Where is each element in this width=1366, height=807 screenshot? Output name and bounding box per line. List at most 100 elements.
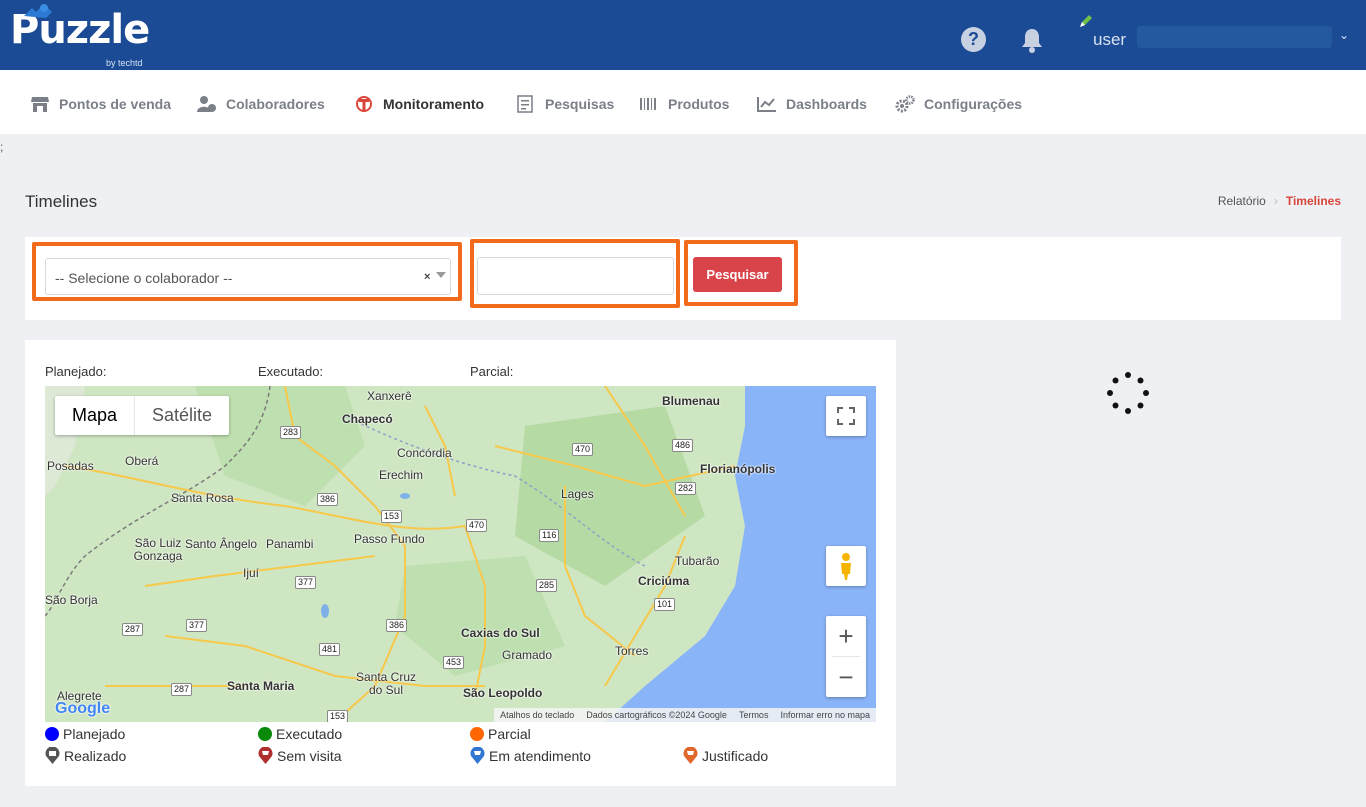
legend-label: Realizado: [64, 748, 127, 764]
map-city-label: Panambi: [266, 537, 314, 551]
legend-sem-visita: Sem visita: [258, 747, 342, 765]
executed-label: Executado:: [258, 364, 324, 379]
highway-shield: 377: [186, 619, 208, 632]
map-city-label: Florianópolis: [700, 462, 776, 476]
zoom-control: + −: [826, 616, 866, 697]
user-menu[interactable]: user ⌄: [1077, 14, 1352, 54]
terms-link[interactable]: Termos: [733, 708, 775, 722]
legend-executed: Executado: [258, 726, 342, 742]
loading-spinner-icon: [1107, 372, 1149, 414]
map-type-satellite-button[interactable]: Satélite: [134, 396, 229, 435]
map-city-label: Torres: [615, 644, 649, 658]
map-city-label: Concórdia: [397, 446, 452, 460]
nav-item-configuracoes[interactable]: Configurações: [895, 94, 1022, 114]
legend-label: Executado: [276, 726, 343, 742]
highway-shield: 481: [319, 643, 341, 656]
legend-realizado: Realizado: [45, 747, 126, 765]
user-name: user: [1093, 30, 1127, 49]
main-nav: Pontos de venda Colaboradores Monitorame…: [0, 70, 1366, 134]
marker-cart-icon: [683, 747, 698, 764]
breadcrumb: Relatório › Timelines: [1218, 194, 1341, 208]
map-city-label: Santa Maria: [227, 679, 295, 693]
logo-subtext: by techtd: [106, 58, 143, 68]
store-icon: [31, 97, 49, 112]
puzzle-piece-icon: [24, 4, 52, 18]
help-icon[interactable]: ?: [961, 27, 986, 52]
map[interactable]: Xanxerê Chapecó Blumenau Concórdia Posad…: [45, 386, 876, 722]
highway-shield: 453: [443, 656, 465, 669]
top-header: Puzzle by techtd ? user ⌄: [0, 0, 1366, 70]
nav-label: Monitoramento: [383, 96, 485, 112]
map-city-label: Caxias do Sul: [461, 626, 540, 640]
nav-label: Pontos de venda: [59, 96, 172, 112]
zoom-out-button[interactable]: −: [826, 657, 866, 697]
legend-em-atendimento: Em atendimento: [470, 747, 591, 765]
highway-shield: 285: [536, 579, 558, 592]
map-city-label: São Leopoldo: [463, 686, 543, 700]
partial-label: Parcial:: [470, 364, 514, 379]
collaborator-select[interactable]: -- Selecione o colaborador -- ×: [45, 258, 451, 295]
nav-label: Pesquisas: [545, 96, 615, 112]
map-type-map-button[interactable]: Mapa: [55, 396, 134, 435]
nav-label: Colaboradores: [226, 96, 325, 112]
map-city-label: Ijuí: [243, 566, 260, 580]
legend-planned: Planejado: [45, 726, 125, 742]
zoom-in-button[interactable]: +: [826, 616, 866, 656]
map-city-label: Erechim: [379, 468, 424, 482]
map-data-text: Dados cartográficos ©2024 Google: [586, 710, 727, 720]
keyboard-shortcuts-link[interactable]: Atalhos do teclado: [494, 708, 580, 722]
date-input[interactable]: [477, 257, 674, 295]
logo[interactable]: Puzzle by techtd: [10, 4, 150, 68]
chevron-down-icon[interactable]: ⌄: [1339, 28, 1349, 42]
nav-item-dashboards[interactable]: Dashboards: [757, 94, 867, 114]
nav-item-monitoramento[interactable]: Monitoramento: [354, 94, 484, 114]
google-logo-text: Google: [55, 700, 111, 717]
green-dot-icon: [258, 727, 272, 741]
nav-item-colaboradores[interactable]: Colaboradores: [197, 94, 325, 114]
search-button[interactable]: Pesquisar: [693, 257, 782, 292]
map-city-label: Criciúma: [638, 574, 690, 588]
highway-shield: 486: [672, 439, 694, 452]
legend-label: Sem visita: [277, 748, 342, 764]
user-name-redacted: [1137, 26, 1332, 48]
planned-label: Planejado:: [45, 364, 107, 379]
legend-label: Parcial: [488, 726, 531, 742]
highway-shield: 282: [675, 482, 697, 495]
highway-shield: 283: [280, 426, 302, 439]
nav-label: Produtos: [668, 96, 730, 112]
street-view-button[interactable]: [826, 546, 866, 586]
stray-text: ;: [0, 140, 4, 154]
highway-shield: 153: [381, 510, 403, 523]
fullscreen-button[interactable]: [826, 396, 866, 436]
highway-shield: 116: [539, 529, 560, 542]
users-icon: [197, 96, 216, 112]
legend-label: Em atendimento: [489, 748, 591, 764]
map-city-label: Santa Cruz do Sul: [355, 670, 417, 697]
map-city-label: Blumenau: [662, 394, 721, 408]
map-city-label: Oberá: [125, 454, 159, 468]
google-logo: Google: [55, 700, 110, 718]
report-error-link[interactable]: Informar erro no mapa: [774, 708, 876, 722]
nav-item-produtos[interactable]: Produtos: [639, 94, 729, 114]
breadcrumb-item-relatorio[interactable]: Relatório: [1218, 194, 1266, 208]
nav-item-pontos-de-venda[interactable]: Pontos de venda: [30, 94, 171, 114]
chevron-down-icon[interactable]: [436, 272, 446, 278]
chart-line-icon: [757, 97, 776, 112]
nav-label: Configurações: [924, 96, 1023, 112]
legend-label: Justificado: [702, 748, 769, 764]
legend-label: Planejado: [63, 726, 126, 742]
map-type-control: Mapa Satélite: [55, 396, 230, 435]
highway-shield: 470: [572, 443, 594, 456]
map-city-label: Lages: [561, 487, 594, 501]
breadcrumb-separator: ›: [1273, 194, 1278, 208]
nav-item-pesquisas[interactable]: Pesquisas: [516, 94, 614, 114]
marker-cart-icon: [258, 747, 273, 764]
highway-shield: 287: [122, 623, 144, 636]
monitor-icon: [356, 96, 372, 112]
highway-shield: 470: [466, 519, 488, 532]
legend-partial: Parcial: [470, 726, 531, 742]
clear-icon[interactable]: ×: [424, 271, 430, 283]
marker-cart-icon: [470, 747, 485, 764]
bell-icon[interactable]: [1020, 27, 1044, 53]
page-title: Timelines: [25, 192, 98, 211]
